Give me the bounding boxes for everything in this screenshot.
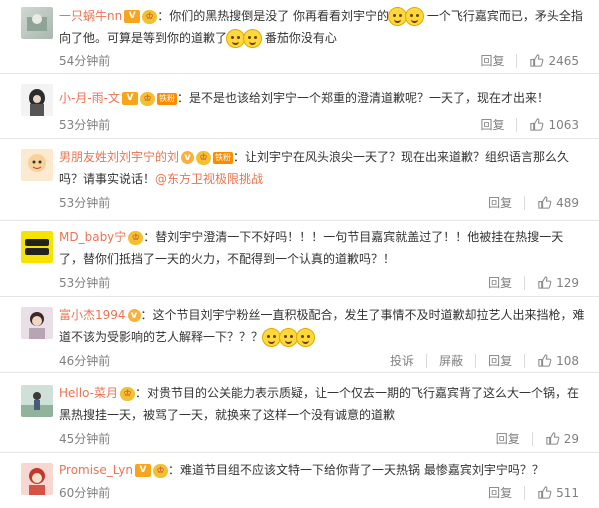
- divider: [524, 353, 526, 368]
- timestamp: 53分钟前: [59, 118, 111, 132]
- like-button[interactable]: 29: [545, 431, 579, 446]
- username[interactable]: MD_baby宁: [59, 230, 126, 244]
- divider: [516, 53, 518, 68]
- like-count: 108: [556, 353, 579, 368]
- thumbs-up-icon: [538, 354, 552, 367]
- reply-button[interactable]: 回复: [480, 116, 504, 133]
- timestamp: 45分钟前: [59, 432, 111, 446]
- comment-item: Promise_Lyn V ♔ ：难道节目组不应该文特一下给你背了一天热锅 最惨嘉宾刘…: [0, 453, 599, 508]
- verified-v-icon: v: [127, 309, 141, 322]
- comment-text: ：对贵节目的公关能力表示质疑，让一个仅去一期的飞行嘉宾背了这么大一个锅，在黑热搜…: [59, 386, 579, 422]
- timestamp: 53分钟前: [59, 276, 111, 290]
- username[interactable]: 男朋友姓刘刘宇宁的刘: [59, 150, 179, 164]
- comment-item: 富小杰1994 v ：这个节目刘宇宁粉丝一直积极配合，发生了事情不及时道歉却拉艺人出…: [0, 297, 599, 373]
- divider: [524, 195, 526, 210]
- vip-crown-icon: ♔: [140, 91, 155, 106]
- avatar[interactable]: [21, 7, 53, 39]
- thumbs-up-icon: [546, 432, 560, 445]
- timestamp: 46分钟前: [59, 354, 111, 368]
- reply-button[interactable]: 回复: [488, 274, 512, 291]
- vip-crown-icon: ♔: [153, 463, 168, 478]
- timestamp: 60分钟前: [59, 486, 111, 500]
- like-count: 489: [556, 195, 579, 210]
- comment-item: 男朋友姓刘刘宇宁的刘 v ♔ 铁粉 ：让刘宇宁在风头浪尖一天了？现在出来道歉？组织语言那…: [0, 139, 599, 221]
- comment-text: ：你们的黑热搜倒是没了 你再看看刘宇宁的: [157, 9, 390, 23]
- avatar[interactable]: [21, 307, 53, 339]
- divider: [475, 353, 477, 368]
- like-count: 1063: [548, 117, 579, 132]
- like-button[interactable]: 1063: [529, 117, 579, 132]
- like-button[interactable]: 2465: [529, 53, 579, 68]
- timestamp: 54分钟前: [59, 54, 111, 68]
- fan-badge: 铁粉: [157, 92, 177, 105]
- like-count: 511: [556, 485, 579, 500]
- divider: [516, 117, 518, 132]
- reply-button[interactable]: 回复: [488, 194, 512, 211]
- divider: [531, 431, 533, 446]
- like-count: 2465: [548, 53, 579, 68]
- like-button[interactable]: 129: [537, 275, 579, 290]
- comment-item: 小-月-雨-文 V ♔ 铁粉 ：是不是也该给刘宇宁一个郑重的澄清道歉呢？一天了，现在才出…: [0, 74, 599, 139]
- verified-v-icon: V: [124, 10, 141, 23]
- avatar[interactable]: [21, 149, 53, 181]
- divider: [524, 275, 526, 290]
- thumbs-up-icon: [530, 118, 544, 131]
- thumbs-up-icon: [538, 196, 552, 209]
- smile-emoji-icon: [405, 7, 425, 26]
- divider: [426, 353, 428, 368]
- username[interactable]: Promise_Lyn: [59, 463, 133, 477]
- avatar[interactable]: [21, 231, 53, 263]
- mention-link[interactable]: @东方卫视极限挑战: [155, 172, 263, 186]
- comment-text: ：难道节目组不应该文特一下给你背了一天热锅 最惨嘉宾刘宇宁吗？？: [168, 463, 544, 477]
- thumbs-up-icon: [538, 486, 552, 499]
- avatar[interactable]: [21, 385, 53, 417]
- reply-button[interactable]: 回复: [488, 352, 512, 369]
- like-button[interactable]: 511: [537, 485, 579, 500]
- comment-text: ：是不是也该给刘宇宁一个郑重的澄清道歉呢？一天了，现在才出来！: [177, 91, 550, 105]
- block-button[interactable]: 屏蔽: [439, 352, 463, 369]
- smile-emoji-icon: [296, 328, 316, 347]
- verified-v-icon: V: [122, 92, 138, 105]
- username[interactable]: 小-月-雨-文: [59, 91, 120, 105]
- comment-item: 一只蜗牛nn V ♔ ：你们的黑热搜倒是没了 你再看看刘宇宁的 一个飞行嘉宾而已，矛头…: [0, 0, 599, 74]
- reply-button[interactable]: 回复: [480, 52, 504, 69]
- username[interactable]: Hello-菜月: [59, 386, 118, 400]
- comment-item: MD_baby宁 ♔ ：替刘宇宁澄清一下不好吗！！！一句节目嘉宾就盖过了！！他被挂在…: [0, 221, 599, 297]
- like-count: 29: [563, 431, 579, 446]
- comment-text: 番茄你没有心: [261, 31, 337, 45]
- avatar[interactable]: [21, 84, 53, 116]
- vip-crown-icon: ♔: [119, 386, 135, 401]
- like-count: 129: [556, 275, 579, 290]
- vip-crown-icon: ♔: [142, 9, 158, 24]
- thumbs-up-icon: [538, 276, 552, 289]
- smile-emoji-icon: [243, 29, 263, 48]
- username[interactable]: 富小杰1994: [59, 308, 126, 322]
- verified-v-icon: V: [135, 464, 151, 477]
- avatar[interactable]: [21, 463, 53, 495]
- divider: [524, 485, 526, 500]
- reply-button[interactable]: 回复: [488, 484, 512, 501]
- like-button[interactable]: 489: [537, 195, 579, 210]
- verified-v-icon: v: [181, 151, 195, 164]
- vip-crown-icon: ♔: [196, 150, 212, 165]
- comment-item: Hello-菜月 ♔ ：对贵节目的公关能力表示质疑，让一个仅去一期的飞行嘉宾背了这么…: [0, 373, 599, 453]
- like-button[interactable]: 108: [537, 353, 579, 368]
- username[interactable]: 一只蜗牛nn: [59, 9, 122, 23]
- fan-badge: 铁粉: [213, 151, 234, 164]
- thumbs-up-icon: [530, 54, 544, 67]
- timestamp: 53分钟前: [59, 196, 111, 210]
- report-button[interactable]: 投诉: [390, 352, 414, 369]
- vip-crown-icon: ♔: [128, 230, 144, 245]
- reply-button[interactable]: 回复: [496, 430, 520, 447]
